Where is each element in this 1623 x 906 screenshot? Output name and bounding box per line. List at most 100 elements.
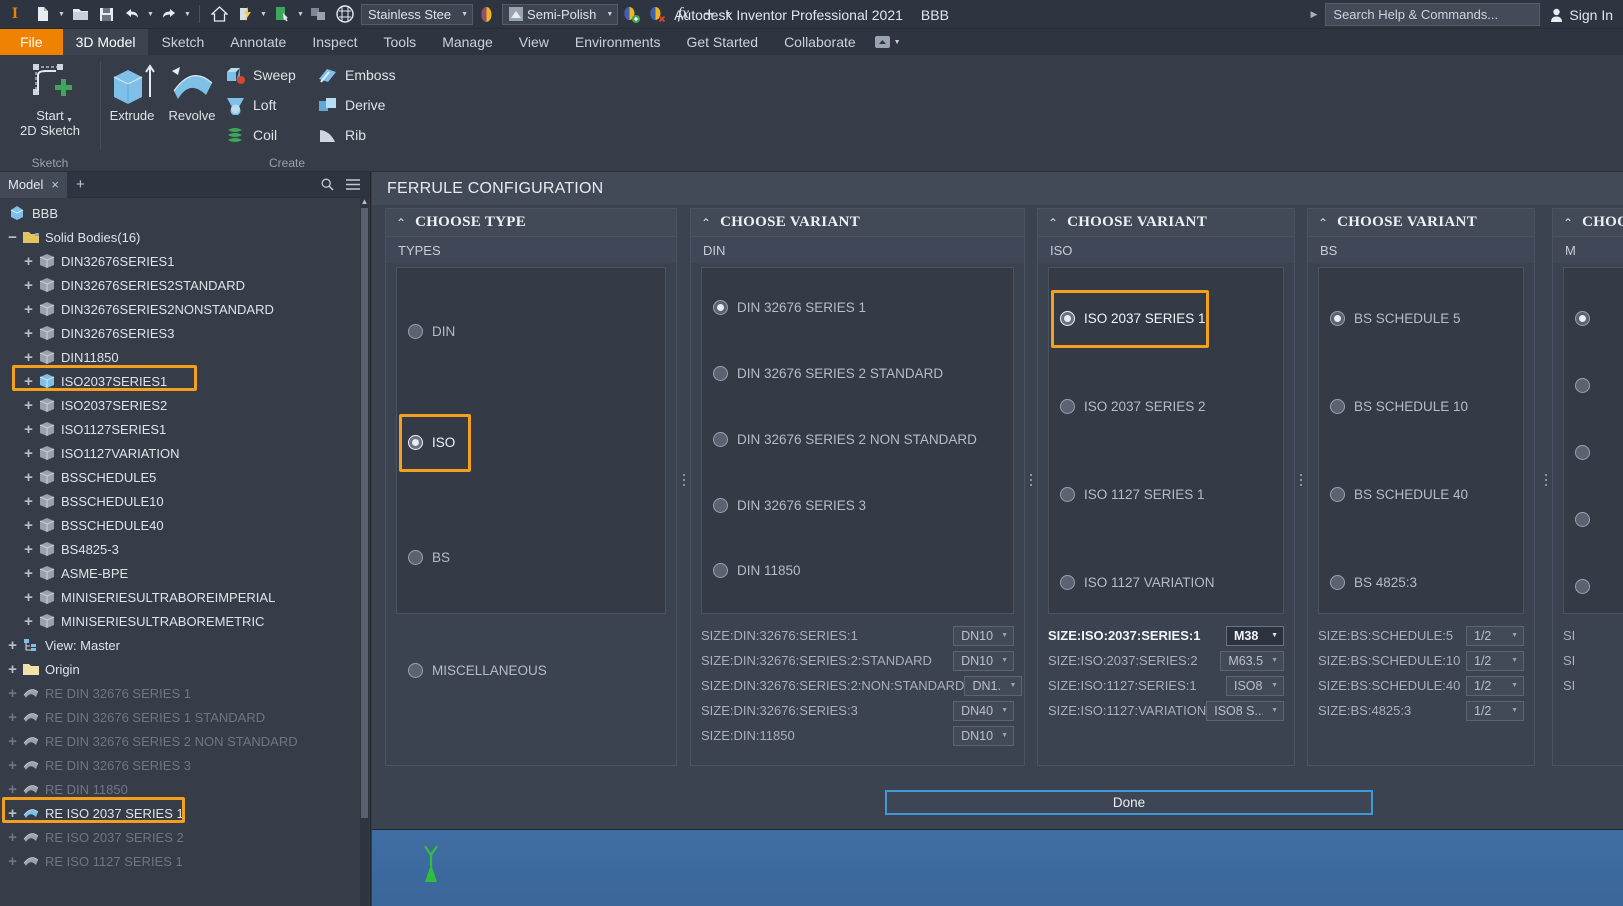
- material-swatch-icon[interactable]: [473, 1, 499, 27]
- lightning-caret-icon[interactable]: ▼: [258, 1, 269, 27]
- panel-resize-gripper[interactable]: [1028, 472, 1034, 488]
- size-dropdown[interactable]: M38 ▼: [1226, 625, 1284, 646]
- tree-item-feature[interactable]: + RE DIN 32676 SERIES 2 NON STANDARD: [0, 729, 370, 753]
- chevron-up-icon[interactable]: ⌃: [1563, 217, 1573, 229]
- rib-button[interactable]: Rib: [317, 123, 366, 147]
- 3d-viewport[interactable]: [372, 829, 1623, 906]
- size-dropdown[interactable]: DN10 ▼: [953, 625, 1014, 646]
- new-file-caret-icon[interactable]: ▼: [56, 1, 67, 27]
- redo-button[interactable]: [156, 1, 182, 27]
- expand-icon[interactable]: +: [6, 686, 19, 701]
- start-sketch-caret-icon[interactable]: ▼: [66, 117, 73, 124]
- size-dropdown[interactable]: DN10 ▼: [953, 650, 1014, 671]
- radio-option[interactable]: ISO 2037 SERIES 2: [1049, 399, 1206, 414]
- done-button[interactable]: Done: [885, 790, 1373, 815]
- tree-item-origin[interactable]: + Origin: [0, 657, 370, 681]
- radio-button[interactable]: [1060, 487, 1075, 502]
- chevron-up-icon[interactable]: ⌃: [701, 217, 711, 229]
- radio-option[interactable]: BS: [397, 550, 450, 565]
- tree-item-body[interactable]: + BSSCHEDULE5: [0, 465, 370, 489]
- radio-button[interactable]: [1060, 311, 1075, 326]
- panel-header[interactable]: ⌃ CHOOSE VARIANT: [1308, 209, 1534, 237]
- radio-button[interactable]: [408, 324, 423, 339]
- component-color-button[interactable]: [306, 1, 332, 27]
- tree-item-body[interactable]: + DIN11850: [0, 345, 370, 369]
- radio-button[interactable]: [1330, 311, 1345, 326]
- radio-option[interactable]: DIN: [397, 324, 455, 339]
- size-dropdown[interactable]: M63.5 ▼: [1220, 650, 1284, 671]
- expand-icon[interactable]: +: [6, 638, 19, 653]
- radio-option[interactable]: BS SCHEDULE 5: [1319, 311, 1461, 326]
- close-icon[interactable]: ×: [51, 177, 59, 192]
- radio-button[interactable]: [713, 300, 728, 315]
- size-dropdown[interactable]: 1/2 ▼: [1466, 700, 1524, 721]
- size-dropdown[interactable]: ISO8 S... ▼: [1206, 700, 1284, 721]
- tree-item-feature[interactable]: + RE DIN 32676 SERIES 1: [0, 681, 370, 705]
- radio-option[interactable]: ISO 1127 SERIES 1: [1049, 487, 1205, 502]
- tree-item-feature[interactable]: + RE ISO 1127 SERIES 1: [0, 849, 370, 873]
- tab-tools[interactable]: Tools: [371, 29, 430, 55]
- radio-button[interactable]: [713, 432, 728, 447]
- panel-resize-gripper[interactable]: [1543, 472, 1549, 488]
- radio-option[interactable]: MISCELLANEOUS: [397, 663, 547, 678]
- expand-icon[interactable]: +: [22, 590, 35, 605]
- tree-item-feature[interactable]: + RE DIN 32676 SERIES 1 STANDARD: [0, 705, 370, 729]
- scroll-up-icon[interactable]: ▲: [360, 198, 369, 206]
- tree-item-body[interactable]: + BSSCHEDULE40: [0, 513, 370, 537]
- tree-scrollbar-track[interactable]: ▲: [360, 198, 369, 906]
- radio-button[interactable]: [408, 550, 423, 565]
- tab-collaborate[interactable]: Collaborate: [771, 29, 869, 55]
- collapse-icon[interactable]: −: [6, 230, 19, 245]
- tree-item-body[interactable]: + DIN32676SERIES2NONSTANDARD: [0, 297, 370, 321]
- panel-resize-gripper[interactable]: [1298, 472, 1304, 488]
- material-selector[interactable]: Stainless Stee ▼: [361, 3, 474, 25]
- expand-icon[interactable]: +: [22, 614, 35, 629]
- expand-icon[interactable]: +: [6, 782, 19, 797]
- radio-option[interactable]: BS 4825:3: [1319, 575, 1417, 590]
- tree-scrollbar-thumb[interactable]: [361, 208, 368, 818]
- appearance-selector[interactable]: Semi-Polish ▼: [502, 3, 619, 25]
- coil-button[interactable]: Coil: [225, 123, 277, 147]
- radio-option[interactable]: ISO 2037 SERIES 1: [1049, 311, 1206, 326]
- expand-icon[interactable]: +: [22, 374, 35, 389]
- tab-manage[interactable]: Manage: [429, 29, 506, 55]
- open-file-button[interactable]: [67, 1, 93, 27]
- lightning-appearance-button[interactable]: [232, 1, 258, 27]
- panel-header[interactable]: ⌃ CHOOSE VARIANT: [1553, 209, 1623, 237]
- radio-option[interactable]: [1564, 579, 1599, 594]
- expand-icon[interactable]: +: [22, 446, 35, 461]
- tree-item-body[interactable]: + BS4825-3: [0, 537, 370, 561]
- size-dropdown[interactable]: 1/2 ▼: [1466, 625, 1524, 646]
- radio-button[interactable]: [1575, 378, 1590, 393]
- radio-option[interactable]: DIN 32676 SERIES 2 STANDARD: [702, 366, 943, 381]
- size-dropdown[interactable]: DN40 ▼: [953, 700, 1014, 721]
- expand-icon[interactable]: +: [6, 662, 19, 677]
- sphere-checker-button[interactable]: [332, 1, 358, 27]
- radio-button[interactable]: [1575, 445, 1590, 460]
- expand-icon[interactable]: +: [22, 398, 35, 413]
- adjust-appearance-icon[interactable]: [618, 1, 644, 27]
- radio-option[interactable]: BS SCHEDULE 10: [1319, 399, 1468, 414]
- radio-button[interactable]: [713, 563, 728, 578]
- undo-button[interactable]: [119, 1, 145, 27]
- radio-option[interactable]: DIN 32676 SERIES 1: [702, 300, 866, 315]
- radio-option[interactable]: DIN 32676 SERIES 2 NON STANDARD: [702, 432, 977, 447]
- expand-icon[interactable]: +: [22, 542, 35, 557]
- sweep-button[interactable]: Sweep: [225, 63, 296, 87]
- clear-appearance-icon[interactable]: [644, 1, 670, 27]
- radio-button[interactable]: [1060, 575, 1075, 590]
- radio-option[interactable]: ISO 1127 VARIATION: [1049, 575, 1215, 590]
- tree-item-body[interactable]: + ISO2037SERIES2: [0, 393, 370, 417]
- tree-item-solid-bodies[interactable]: − Solid Bodies(16): [0, 225, 370, 249]
- expand-icon[interactable]: +: [22, 518, 35, 533]
- tree-item-root[interactable]: BBB: [0, 201, 370, 225]
- tab-environments[interactable]: Environments: [562, 29, 674, 55]
- radio-option[interactable]: DIN 11850: [702, 563, 801, 578]
- radio-option[interactable]: ISO: [397, 435, 455, 450]
- tree-item-feature[interactable]: + RE DIN 32676 SERIES 3: [0, 753, 370, 777]
- tree-item-body[interactable]: + ISO2037SERIES1: [0, 369, 370, 393]
- panel-resize-gripper[interactable]: [681, 472, 687, 488]
- ribbon-options-caret-icon[interactable]: ▼: [894, 39, 901, 46]
- expand-icon[interactable]: +: [22, 566, 35, 581]
- chevron-up-icon[interactable]: ⌃: [1048, 217, 1058, 229]
